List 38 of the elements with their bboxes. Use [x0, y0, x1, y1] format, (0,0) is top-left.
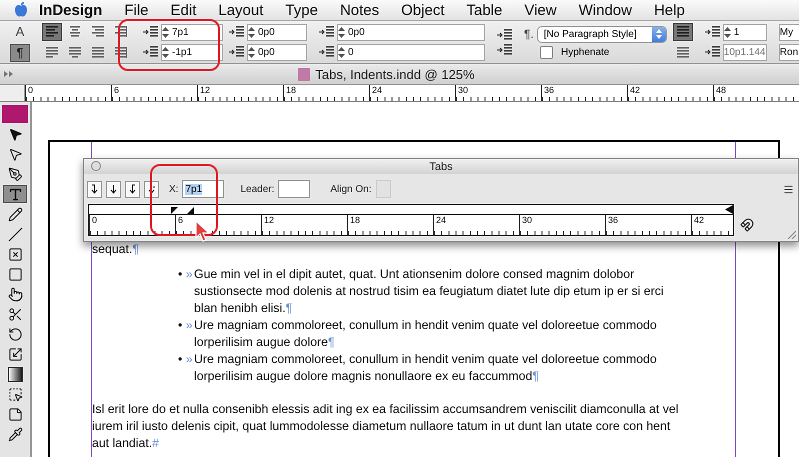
columns-field[interactable]: 1 — [722, 24, 767, 40]
body-paragraph: Isl erit lore do et nulla consenibh elessis adit ing ex ea facilissim accumsandrem veniscilit diamconulla at vel iurem iril iusto delenis cipit, quat lummodolesse diametum nullaore tatum in ut dunt lan utate core con hent aut landiat.# — [92, 401, 680, 452]
left-indent-field[interactable]: 7p1 — [161, 24, 223, 40]
menu-item[interactable]: Table — [456, 2, 514, 18]
mode-button[interactable]: A — [10, 22, 30, 40]
menu-item[interactable]: Object — [390, 2, 456, 18]
document-title: Tabs, Indents.indd @ 125% — [315, 66, 475, 82]
menu-item[interactable]: Notes — [328, 2, 390, 18]
paragraph-style-marker: ¶. — [524, 27, 534, 41]
paragraph-style-dropdown[interactable]: [No Paragraph Style] — [536, 26, 667, 42]
drop-cap-field[interactable]: 0 — [337, 44, 485, 60]
first-line-indent-field[interactable]: -1p1 — [161, 44, 223, 60]
last-line-indent-field[interactable]: 0p0 — [247, 44, 307, 60]
bullet-item: • »Ure magniam commoloreet, conullum in hendit venim quate vel doloreetue commodo lorperilisim augue dolore magnis nonullaore ex eu faccummod¶ — [178, 351, 658, 385]
body-paragraph: sequat.¶ — [92, 241, 140, 258]
menu-item[interactable]: Layout — [207, 2, 274, 18]
menu-item[interactable]: Type — [274, 2, 329, 18]
tab-ruler[interactable]: 0 6 12 18 24 30 36 42 — [88, 204, 734, 236]
right-indent-field[interactable]: 0p0 — [247, 24, 307, 40]
font-style-field[interactable]: Ron — [778, 44, 799, 60]
bullet-item: • »Ure magniam commoloreet, conullum in hendit venim quate vel doloreetue commodo lorperilisim augue dolore¶ — [178, 317, 658, 351]
mode-button[interactable]: ¶ — [10, 44, 30, 62]
bullet-item: • »Gue min vel in el dipit autet, quat. Unt ationsenim dolore consed magnim dolobor sustionsecte mod dolenis at nostrud tisim ea feugiatum diatet lute dip etum ip er si erci blan henibh elisi.¶ — [178, 266, 665, 317]
leader-label: Leader: — [240, 184, 274, 194]
hyphenate-checkbox[interactable]: Hyphenate — [540, 46, 610, 58]
menu-item[interactable]: Edit — [160, 2, 208, 18]
menu-item[interactable]: File — [113, 2, 160, 18]
menu-item[interactable]: View — [513, 2, 568, 18]
x-label: X: — [169, 184, 178, 194]
x-position-field[interactable]: 7p1 — [182, 180, 224, 198]
gutter-field[interactable]: 10p1.144 — [722, 44, 767, 60]
align-on-label: Align On: — [330, 184, 372, 194]
app-menu[interactable]: InDesign — [28, 2, 114, 18]
font-field[interactable]: My — [778, 24, 799, 40]
space-before-field[interactable]: 0p0 — [337, 24, 485, 40]
menu-item[interactable]: Window — [568, 2, 643, 18]
panel-title: Tabs — [429, 160, 453, 172]
menu-item[interactable]: Help — [642, 2, 696, 18]
